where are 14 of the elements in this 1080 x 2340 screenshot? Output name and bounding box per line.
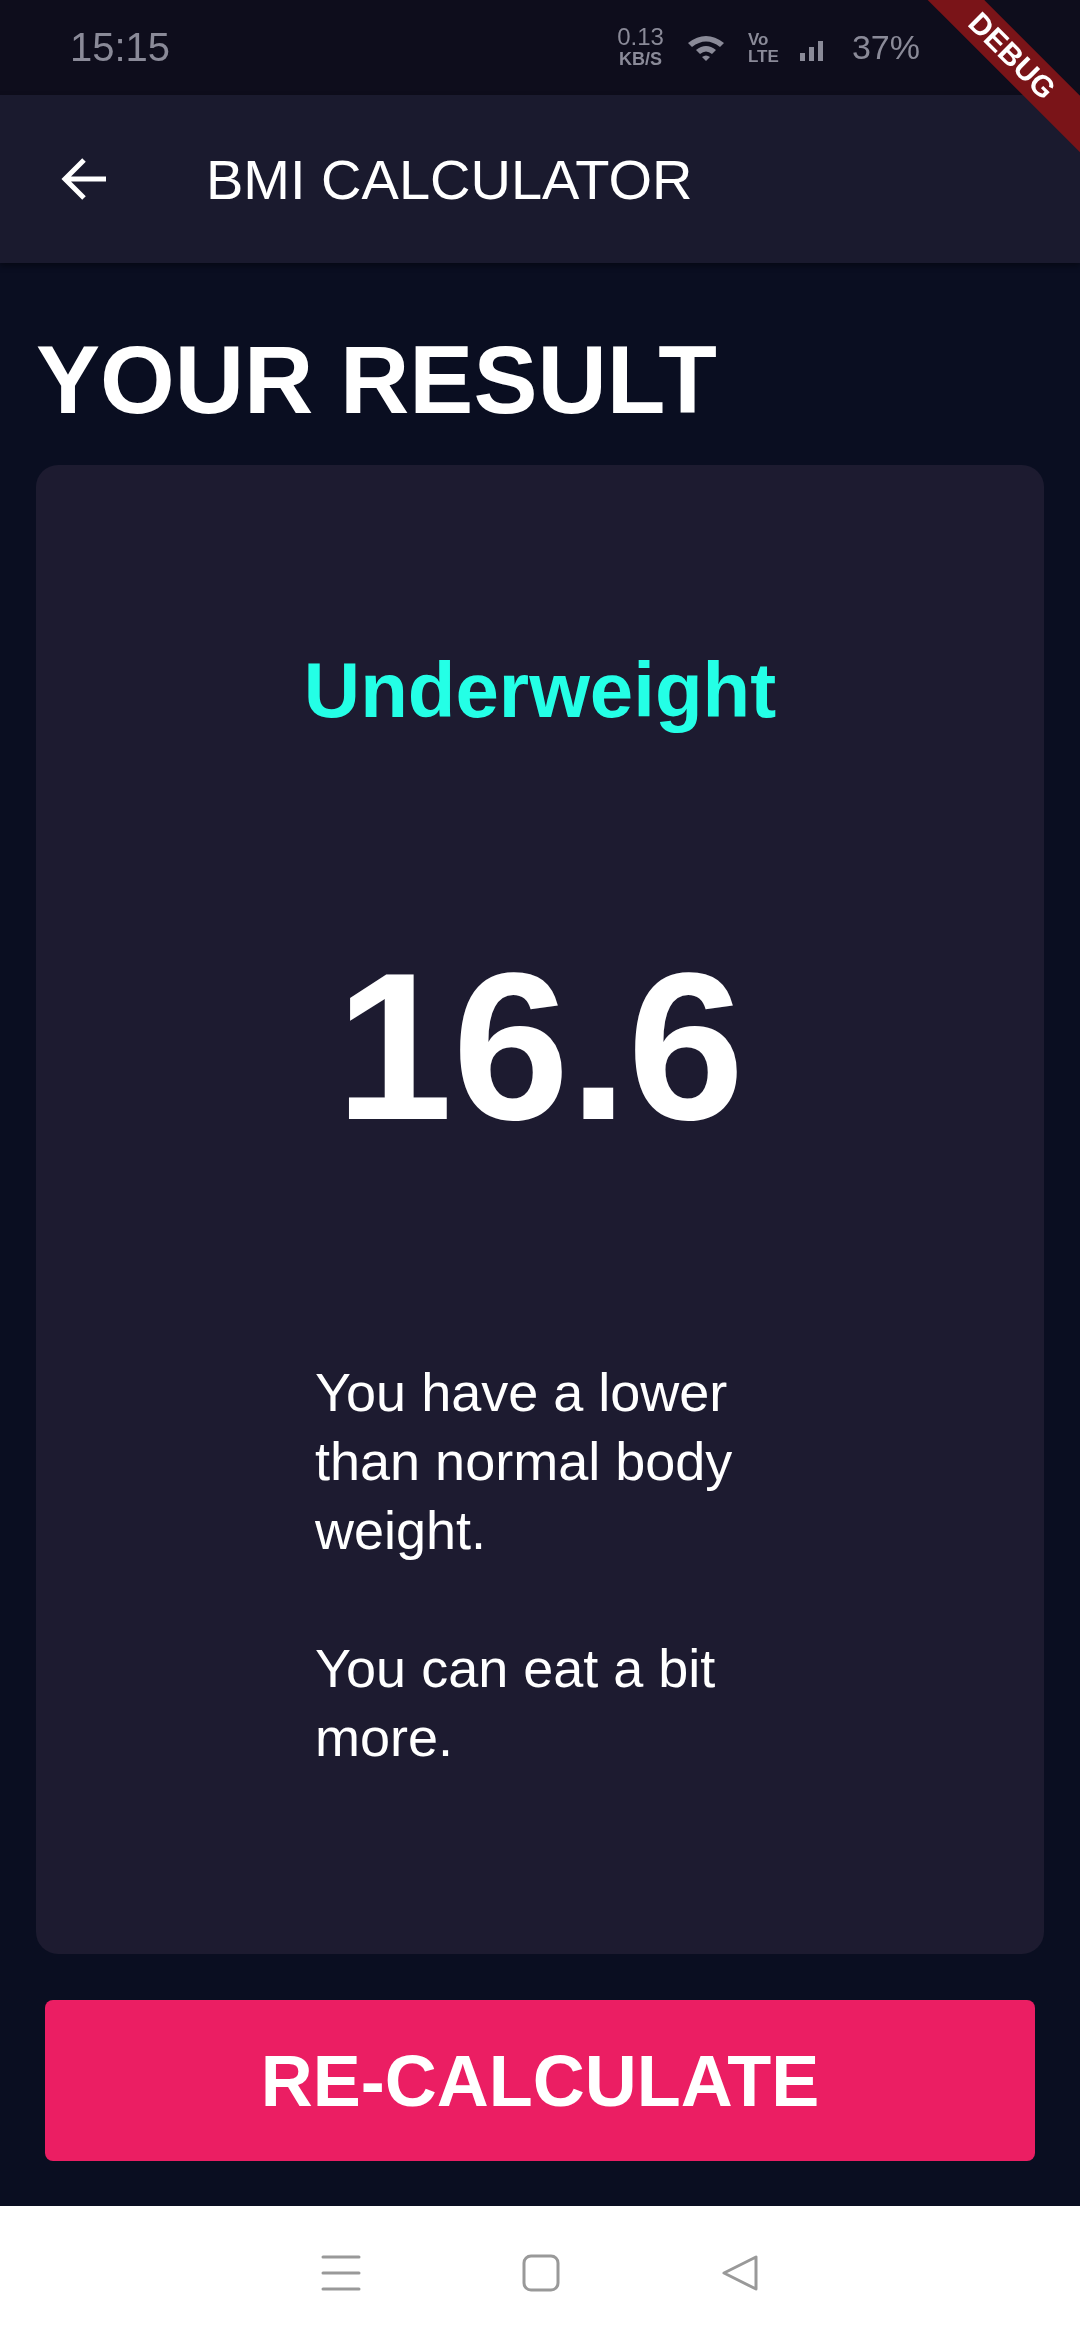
menu-icon[interactable] [320,2255,361,2291]
result-category: Underweight [303,645,777,736]
network-speed: 0.13 [617,25,664,48]
result-interpretation: You have a lower than normal body weight. You can eat a bit more. [314,1361,734,1769]
recalculate-button[interactable]: RE-CALCULATE [45,2000,1035,2161]
battery-percent: 37% [851,28,920,67]
network-unit: KB/S [619,47,663,70]
home-icon[interactable] [522,2254,560,2292]
network-type: Vo LTE [747,30,778,65]
status-time: 15:15 [70,25,171,70]
app-title: BMI CALCULATOR [206,146,693,212]
back-icon[interactable] [721,2254,760,2292]
page-heading: YOUR RESULT [36,325,718,435]
bmi-value: 16.6 [335,928,745,1166]
